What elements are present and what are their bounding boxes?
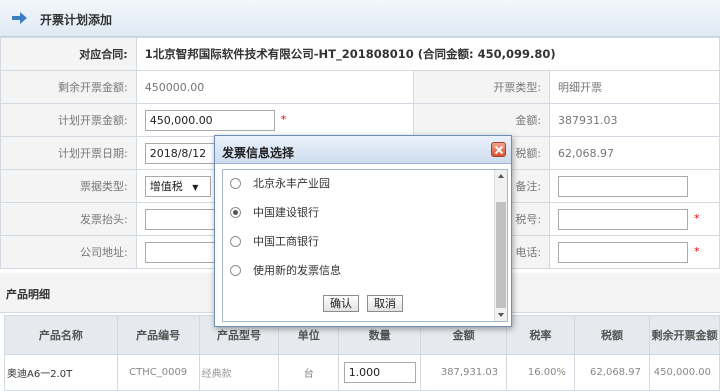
- product-tax: 62,068.97: [574, 354, 650, 391]
- dialog-header: 发票信息选择: [215, 136, 511, 164]
- option-label: 北京永丰产业园: [253, 177, 330, 190]
- invoice-header-label: 发票抬头:: [0, 202, 137, 236]
- planned-amount-label: 计划开票金额:: [0, 103, 137, 137]
- radio-button[interactable]: [230, 236, 241, 247]
- remaining-value: 450000.00: [135, 70, 415, 104]
- quantity-input[interactable]: 1.000: [343, 362, 416, 383]
- invoice-type-label: 开票类型:: [413, 70, 551, 104]
- column-header: 产品名称: [4, 315, 118, 355]
- radio-button[interactable]: [230, 178, 241, 189]
- remaining-label: 剩余开票金额:: [0, 70, 137, 104]
- planned-amount-input[interactable]: 450,000.00: [144, 109, 275, 131]
- radio-button-selected[interactable]: [230, 207, 241, 218]
- remark-input[interactable]: [558, 175, 689, 197]
- required-mark: *: [694, 212, 700, 225]
- phone-cell: *: [549, 235, 720, 269]
- page-header: 开票计划添加: [0, 0, 720, 37]
- planned-date-label: 计划开票日期:: [0, 136, 137, 170]
- option-item[interactable]: 中国建设银行: [230, 205, 319, 221]
- column-header: 税率: [506, 315, 576, 355]
- product-section-title: 产品明细: [6, 288, 50, 301]
- cancel-button[interactable]: 取消: [367, 295, 403, 312]
- required-mark: *: [280, 113, 287, 126]
- radio-button[interactable]: [230, 265, 241, 276]
- ticket-type-value: 增值税: [149, 179, 183, 193]
- close-icon[interactable]: [491, 142, 506, 157]
- scroll-down-icon[interactable]: [498, 313, 504, 317]
- qty-cell: 1.000: [338, 354, 422, 391]
- scroll-up-icon[interactable]: [498, 174, 504, 178]
- required-mark: *: [694, 245, 700, 258]
- ticket-type-label: 票据类型:: [0, 169, 137, 203]
- scrollbar-thumb[interactable]: [496, 202, 506, 308]
- product-amount: 387,931.03: [420, 354, 508, 391]
- contract-label: 对应合同:: [0, 37, 137, 71]
- column-header: 税额: [574, 315, 650, 355]
- option-item[interactable]: 中国工商银行: [230, 234, 319, 250]
- phone-input[interactable]: [558, 241, 689, 263]
- contract-value: 1北京智邦国际软件技术有限公司-HT_201808010 (合同金额: 450,…: [135, 37, 720, 71]
- dialog-title: 发票信息选择: [222, 146, 295, 160]
- remark-cell: [549, 169, 720, 203]
- column-header: 剩余开票金额: [648, 315, 720, 355]
- tax-no-cell: *: [549, 202, 720, 236]
- tax-value: 62,068.97: [549, 136, 720, 170]
- dialog-body: 北京永丰产业园 中国建设银行 中国工商银行 使用新的发票信息 确认 取消: [222, 169, 508, 322]
- planned-date-input[interactable]: 2018/8/12: [144, 142, 217, 164]
- column-header: 产品编号: [116, 315, 200, 355]
- product-name: 奥迪A6一2.0T: [4, 354, 118, 391]
- product-rate: 16.00%: [506, 354, 576, 391]
- tax-no-input[interactable]: [558, 208, 689, 230]
- address-label: 公司地址:: [0, 235, 137, 269]
- arrow-right-icon: [12, 12, 27, 24]
- page-title: 开票计划添加: [40, 13, 113, 27]
- option-item[interactable]: 使用新的发票信息: [230, 263, 341, 279]
- planned-amount-cell: 450,000.00 *: [135, 103, 415, 137]
- amount-label: 金额:: [413, 103, 551, 137]
- option-label: 使用新的发票信息: [253, 264, 341, 277]
- table-row: 奥迪A6一2.0T CTHC_0009 经典款 台 1.000 387,931.…: [4, 354, 720, 391]
- scrollbar[interactable]: [494, 170, 507, 321]
- chevron-down-icon: ▼: [192, 182, 199, 192]
- amount-value: 387931.03: [549, 103, 720, 137]
- option-label: 中国建设银行: [253, 206, 319, 219]
- confirm-button[interactable]: 确认: [323, 295, 359, 312]
- product-model: 经典款: [198, 354, 280, 391]
- invoice-type-value: 明细开票: [549, 70, 720, 104]
- product-remaining: 450,000.00: [648, 354, 720, 391]
- option-item[interactable]: 北京永丰产业园: [230, 176, 330, 192]
- invoice-info-dialog: 发票信息选择 北京永丰产业园 中国建设银行 中国工商银行 使用新的发票信息 确认…: [214, 135, 512, 327]
- ticket-type-select[interactable]: 增值税 ▼: [144, 175, 211, 197]
- product-unit: 台: [278, 354, 340, 391]
- option-label: 中国工商银行: [253, 235, 319, 248]
- product-code: CTHC_0009: [116, 354, 200, 391]
